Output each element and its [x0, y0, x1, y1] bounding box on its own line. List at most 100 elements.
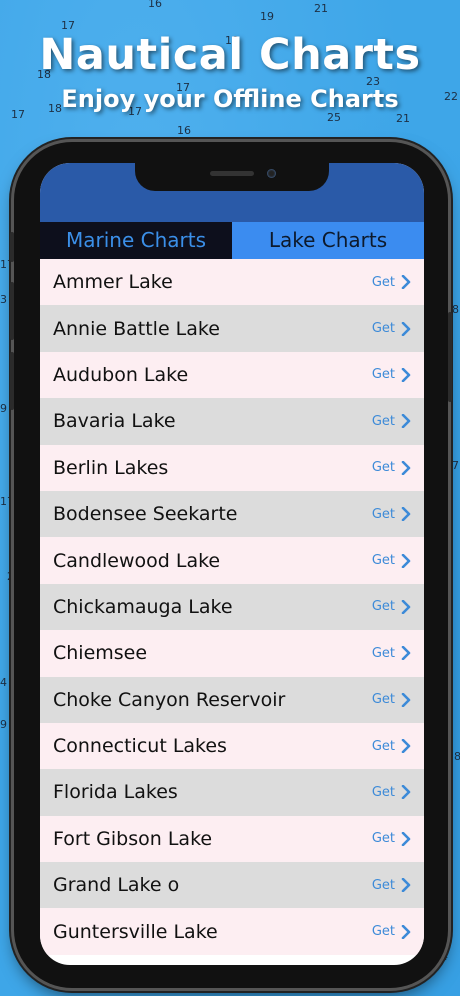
get-label: Get — [371, 738, 395, 754]
get-button[interactable]: Get — [372, 924, 411, 939]
get-button[interactable]: Get — [372, 739, 411, 754]
list-item[interactable]: Candlewood Lake Get — [40, 537, 424, 584]
list-item[interactable]: Guntersville Lake Get — [40, 908, 424, 955]
page-subtitle: Enjoy your Offline Charts — [61, 85, 399, 113]
get-button[interactable]: Get — [372, 507, 411, 522]
list-item[interactable]: Bodensee Seekarte Get — [40, 490, 424, 538]
lake-name: Connecticut Lakes — [53, 735, 227, 758]
depth-sounding: 16 — [177, 124, 191, 137]
chevron-right-icon — [401, 414, 411, 429]
chevron-right-icon — [401, 878, 411, 893]
lake-name: Choke Canyon Reservoir — [53, 688, 286, 711]
phone-notch — [135, 163, 329, 191]
depth-sounding: 4 — [0, 676, 7, 689]
chevron-right-icon — [401, 599, 411, 614]
chevron-right-icon — [401, 739, 411, 754]
phone-frame: Marine Charts Lake Charts Ammer Lake Get… — [10, 142, 452, 988]
power-button — [448, 312, 452, 402]
lake-name: Fort Gibson Lake — [53, 827, 213, 850]
chevron-right-icon — [401, 646, 411, 661]
get-button[interactable]: Get — [372, 367, 411, 382]
get-button[interactable]: Get — [372, 646, 411, 661]
phone-screen: Marine Charts Lake Charts Ammer Lake Get… — [40, 163, 424, 965]
camera-icon — [267, 169, 276, 178]
page-title: Nautical Charts — [39, 30, 421, 80]
get-label: Get — [371, 692, 395, 708]
depth-sounding: 8 — [452, 303, 459, 316]
list-item[interactable]: Florida Lakes Get — [40, 769, 424, 816]
get-button[interactable]: Get — [372, 275, 411, 290]
volume-up-button — [10, 282, 14, 340]
depth-sounding: 21 — [396, 112, 410, 125]
get-label: Get — [371, 460, 395, 476]
depth-sounding: 8 — [454, 750, 460, 763]
lake-name: Audubon Lake — [53, 363, 189, 386]
chevron-right-icon — [401, 321, 411, 336]
lake-name: Ammer Lake — [53, 271, 173, 294]
get-button[interactable]: Get — [372, 831, 411, 846]
get-button[interactable]: Get — [372, 785, 411, 800]
get-button[interactable]: Get — [372, 321, 411, 336]
depth-sounding: 3 — [0, 293, 7, 306]
chevron-right-icon — [401, 831, 411, 846]
get-label: Get — [371, 784, 395, 800]
depth-sounding: 21 — [314, 2, 328, 15]
get-label: Get — [371, 321, 395, 337]
list-item[interactable]: Choke Canyon Reservoir Get — [40, 676, 424, 723]
lake-name: Bavaria Lake — [53, 410, 176, 433]
get-label: Get — [371, 645, 395, 661]
list-item[interactable]: Grand Lake o Get — [40, 862, 424, 909]
chevron-right-icon — [401, 785, 411, 800]
chart-type-tabs: Marine Charts Lake Charts — [40, 222, 424, 259]
chevron-right-icon — [401, 275, 411, 290]
lake-name: Berlin Lakes — [53, 456, 169, 479]
list-item[interactable]: Fort Gibson Lake Get — [40, 815, 424, 863]
get-button[interactable]: Get — [372, 414, 411, 429]
lake-name: Chiemsee — [53, 642, 148, 665]
chevron-right-icon — [401, 460, 411, 475]
chevron-right-icon — [401, 692, 411, 707]
get-label: Get — [371, 599, 395, 615]
list-item[interactable]: Bavaria Lake Get — [40, 398, 424, 445]
lake-name: Candlewood Lake — [53, 549, 221, 572]
list-item[interactable]: Ammer Lake Get — [40, 259, 424, 306]
chevron-right-icon — [401, 367, 411, 382]
list-item[interactable]: Berlin Lakes Get — [40, 444, 424, 491]
list-item[interactable]: Chickamauga Lake Get — [40, 583, 424, 631]
get-label: Get — [371, 831, 395, 847]
list-item[interactable]: Chiemsee Get — [40, 630, 424, 677]
lake-name: Guntersville Lake — [53, 920, 218, 943]
volume-down-button — [10, 352, 14, 410]
get-label: Get — [371, 877, 395, 893]
chevron-right-icon — [401, 924, 411, 939]
lake-list: Ammer Lake Get Annie Battle Lake Get Aud… — [40, 259, 424, 955]
depth-sounding: 19 — [260, 10, 274, 23]
get-label: Get — [371, 367, 395, 383]
side-button — [10, 232, 14, 262]
get-label: Get — [371, 413, 395, 429]
chevron-right-icon — [401, 553, 411, 568]
get-label: Get — [371, 553, 395, 569]
get-button[interactable]: Get — [372, 599, 411, 614]
list-item[interactable]: Audubon Lake Get — [40, 351, 424, 399]
depth-sounding: 9 — [0, 718, 7, 731]
depth-sounding: 7 — [452, 459, 459, 472]
lake-name: Annie Battle Lake — [53, 317, 220, 340]
depth-sounding: 17 — [0, 495, 14, 508]
get-label: Get — [371, 274, 395, 290]
get-button[interactable]: Get — [372, 878, 411, 893]
get-button[interactable]: Get — [372, 692, 411, 707]
list-item[interactable]: Annie Battle Lake Get — [40, 305, 424, 352]
tab-lake-charts[interactable]: Lake Charts — [232, 222, 424, 259]
get-label: Get — [371, 506, 395, 522]
get-button[interactable]: Get — [372, 460, 411, 475]
lake-name: Florida Lakes — [53, 781, 178, 804]
depth-sounding: 16 — [148, 0, 162, 10]
chevron-right-icon — [401, 507, 411, 522]
get-button[interactable]: Get — [372, 553, 411, 568]
depth-sounding: 9 — [0, 402, 7, 415]
get-label: Get — [371, 924, 395, 940]
lake-name: Chickamauga Lake — [53, 595, 233, 618]
list-item[interactable]: Connecticut Lakes Get — [40, 722, 424, 770]
tab-marine-charts[interactable]: Marine Charts — [40, 222, 232, 259]
